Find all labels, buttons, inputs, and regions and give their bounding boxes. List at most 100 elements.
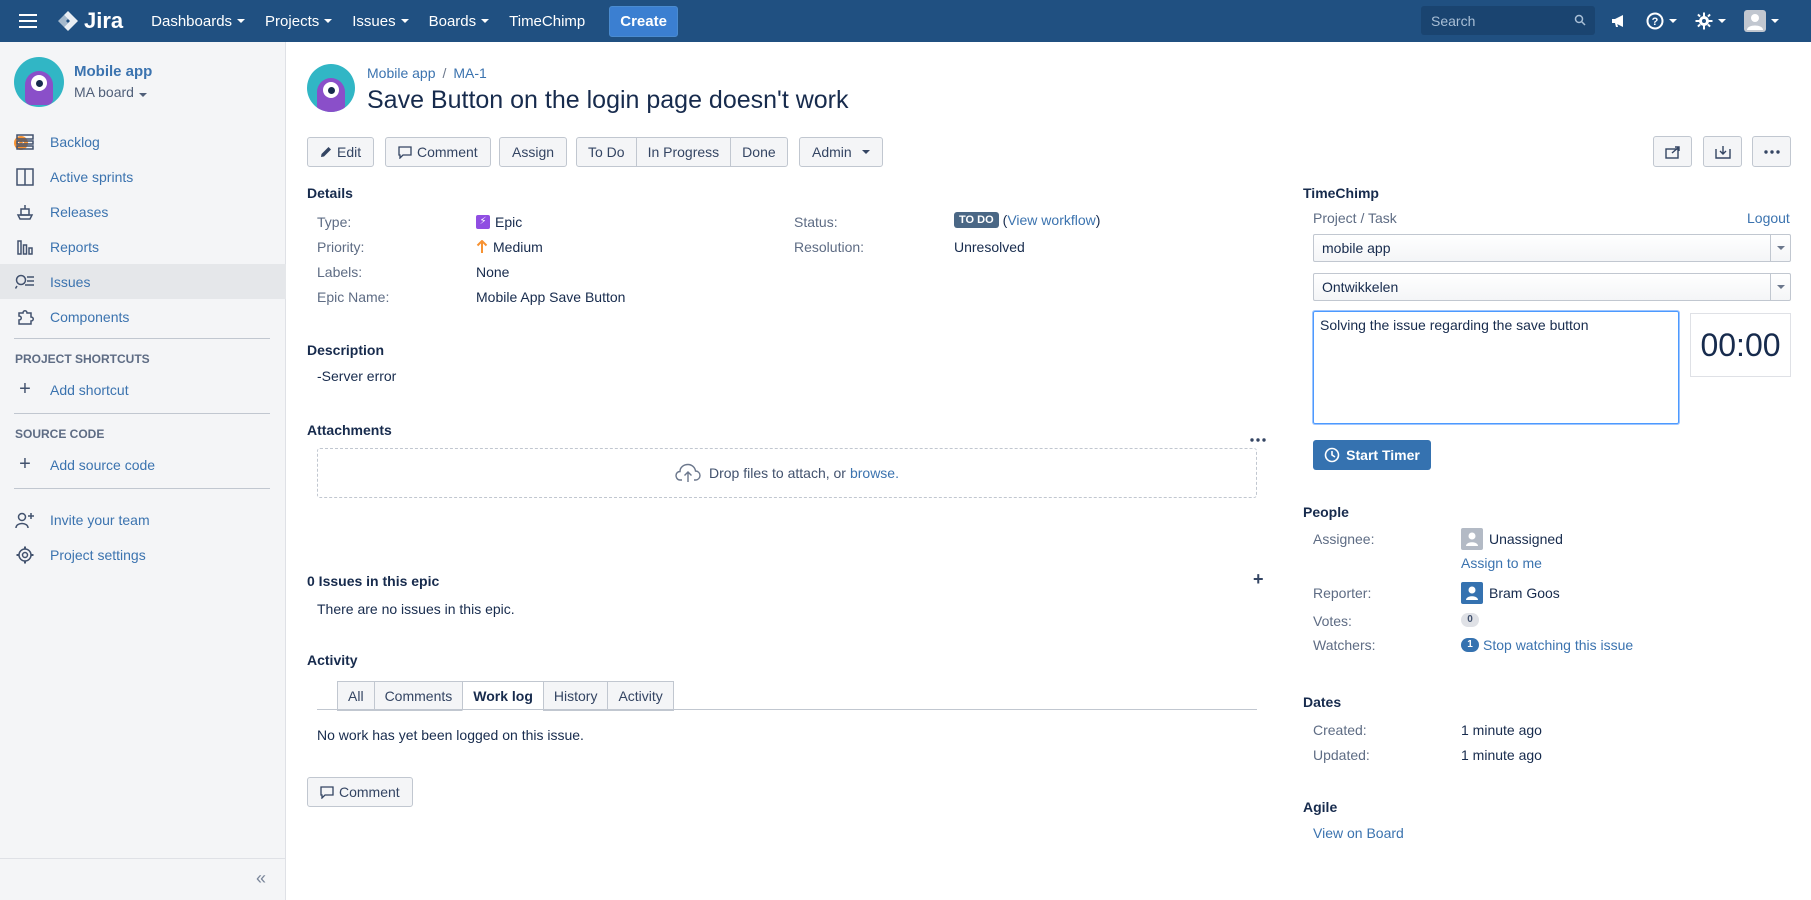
megaphone-icon[interactable]	[1610, 12, 1628, 30]
tab-activity[interactable]: Activity	[607, 681, 674, 711]
nav-issues-label: Issues	[352, 12, 396, 30]
done-button[interactable]: Done	[731, 138, 786, 166]
add-source-code-link[interactable]: + Add source code	[0, 447, 286, 482]
clock-icon	[1324, 447, 1340, 463]
chevron-down-icon	[1771, 19, 1779, 23]
search-input[interactable]: Search	[1421, 6, 1595, 35]
nav-projects[interactable]: Projects	[255, 0, 342, 42]
project-avatar[interactable]	[14, 57, 64, 107]
sidebar-item-releases[interactable]: Releases	[0, 194, 286, 229]
to-do-button[interactable]: To Do	[577, 138, 637, 166]
epic-name-value[interactable]: Mobile App Save Button	[476, 289, 625, 305]
collapse-sidebar-icon[interactable]: «	[0, 858, 286, 900]
project-task-label: Project / Task	[1313, 210, 1397, 226]
sidebar-item-label: Backlog	[50, 133, 100, 150]
details-heading: Details	[307, 185, 353, 201]
edit-button-label: Edit	[337, 144, 362, 160]
in-progress-button[interactable]: In Progress	[637, 138, 732, 166]
priority-label: Priority:	[317, 239, 365, 255]
epic-issues-heading: 0 Issues in this epic	[307, 573, 440, 589]
browse-link[interactable]: browse.	[850, 465, 899, 481]
assign-to-me-link[interactable]: Assign to me	[1461, 555, 1542, 571]
nav-projects-label: Projects	[265, 12, 320, 30]
chevron-down-icon	[1770, 274, 1790, 300]
sidebar-item-issues[interactable]: Issues	[0, 264, 286, 299]
gear-icon[interactable]	[1695, 12, 1726, 30]
sidebar-item-reports[interactable]: Reports	[0, 229, 286, 264]
issues-search-icon	[14, 271, 36, 293]
sidebar-item-components[interactable]: Components	[0, 299, 286, 334]
menu-icon[interactable]	[0, 0, 56, 42]
breadcrumb-issue-key-link[interactable]: MA-1	[453, 65, 486, 81]
nav-boards[interactable]: Boards	[419, 0, 500, 42]
reporter-value[interactable]: Bram Goos	[1461, 582, 1560, 604]
timer-note-textarea[interactable]: Solving the issue regarding the save but…	[1313, 311, 1679, 424]
watchers-value: 1 Stop watching this issue	[1461, 637, 1633, 653]
board-selector[interactable]: MA board	[74, 84, 152, 100]
issue-title[interactable]: Save Button on the login page doesn't wo…	[367, 86, 849, 115]
jira-logo[interactable]: Jira	[56, 8, 123, 34]
epic-lightning-icon: ⚡	[476, 215, 490, 229]
start-timer-button[interactable]: Start Timer	[1313, 440, 1431, 470]
description-heading: Description	[307, 342, 385, 358]
comment-icon	[320, 785, 334, 799]
export-icon	[1714, 145, 1731, 159]
create-button[interactable]: Create	[609, 5, 678, 37]
gear-icon	[14, 544, 36, 566]
task-select[interactable]: Ontwikkelen	[1313, 273, 1791, 301]
sidebar-item-backlog[interactable]: Backlog	[0, 124, 286, 159]
labels-value[interactable]: None	[476, 264, 509, 280]
add-shortcut-link[interactable]: + Add shortcut	[0, 372, 286, 407]
nav-issues[interactable]: Issues	[342, 0, 418, 42]
admin-dropdown-button[interactable]: Admin	[799, 137, 883, 167]
votes-value[interactable]: 0	[1461, 613, 1479, 627]
search-placeholder: Search	[1431, 13, 1476, 29]
assignee-label: Assignee:	[1313, 531, 1375, 547]
project-select[interactable]: mobile app	[1313, 234, 1791, 262]
chevron-down-icon	[1770, 235, 1790, 261]
chevron-down-icon	[324, 19, 333, 23]
project-avatar[interactable]	[307, 64, 355, 112]
share-button[interactable]	[1653, 136, 1692, 167]
add-issue-plus-icon[interactable]: +	[1253, 569, 1264, 590]
task-select-value: Ontwikkelen	[1322, 279, 1399, 295]
invite-team-link[interactable]: Invite your team	[0, 502, 286, 537]
assignee-value[interactable]: Unassigned	[1461, 528, 1563, 550]
attachment-dropzone[interactable]: Drop files to attach, or browse.	[317, 448, 1257, 498]
start-timer-label: Start Timer	[1346, 447, 1420, 463]
description-text[interactable]: -Server error	[317, 368, 396, 384]
help-icon[interactable]: ?	[1646, 12, 1677, 30]
nav-dashboards[interactable]: Dashboards	[141, 0, 255, 42]
tab-work-log[interactable]: Work log	[462, 681, 543, 711]
view-workflow-link[interactable]: View workflow	[1007, 212, 1095, 228]
project-settings-label: Project settings	[50, 546, 146, 563]
type-value-text: Epic	[495, 214, 523, 230]
nav-timechimp[interactable]: TimeChimp	[499, 0, 595, 42]
comment-button[interactable]: Comment	[385, 137, 491, 167]
assign-button[interactable]: Assign	[499, 137, 568, 167]
priority-value: Medium	[476, 239, 543, 255]
project-settings-link[interactable]: Project settings	[0, 537, 286, 572]
updated-label: Updated:	[1313, 747, 1370, 763]
tab-comments[interactable]: Comments	[373, 681, 463, 711]
export-button[interactable]	[1703, 136, 1742, 167]
jira-logo-icon	[58, 11, 78, 31]
edit-button[interactable]: Edit	[307, 137, 375, 167]
sidebar-item-active-sprints[interactable]: Active sprints	[0, 159, 286, 194]
user-avatar-icon[interactable]	[1744, 10, 1779, 32]
tab-history[interactable]: History	[542, 681, 608, 711]
breadcrumb-project-link[interactable]: Mobile app	[367, 65, 436, 81]
view-on-board-link[interactable]: View on Board	[1313, 825, 1404, 841]
add-comment-button[interactable]: Comment	[307, 777, 413, 807]
people-heading: People	[1303, 504, 1349, 520]
add-user-icon	[14, 509, 36, 531]
more-actions-button[interactable]	[1752, 136, 1791, 167]
logout-link[interactable]: Logout	[1747, 210, 1790, 226]
project-name-link[interactable]: Mobile app	[74, 63, 152, 80]
watchers-count-badge[interactable]: 1	[1461, 638, 1479, 652]
tab-all[interactable]: All	[337, 681, 374, 711]
ship-icon	[14, 201, 36, 223]
attachments-more-icon[interactable]	[1250, 429, 1266, 445]
arrow-up-icon	[476, 240, 488, 253]
stop-watching-link[interactable]: Stop watching this issue	[1483, 637, 1633, 653]
